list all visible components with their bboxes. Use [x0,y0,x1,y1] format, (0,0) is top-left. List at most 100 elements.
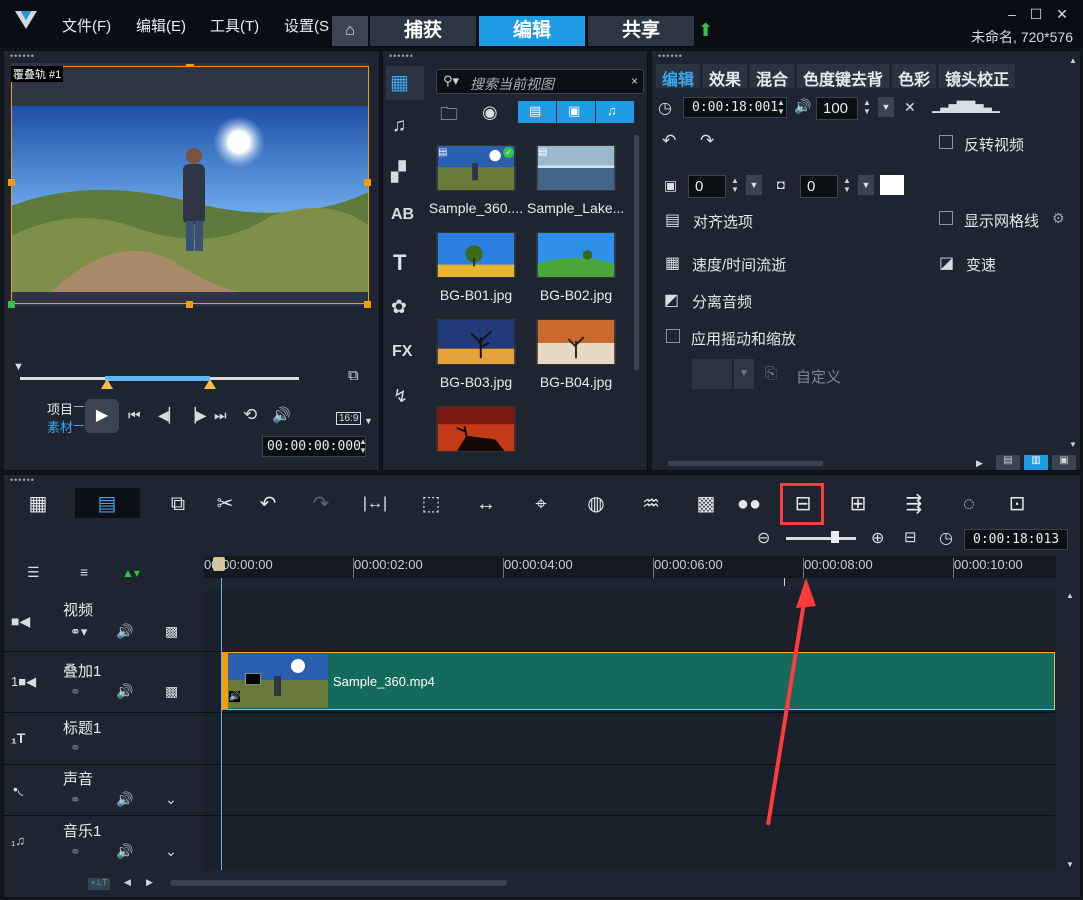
repeat-icon[interactable]: ⟲ [243,405,257,425]
border-dropdown-icon[interactable]: ▼ [858,175,874,195]
fade-out-icon[interactable]: ▇▅▃▁ [966,99,1000,113]
opacity-spinner-a[interactable]: ▲ ▼ [728,176,742,194]
scroll-right-icon[interactable]: ▶ [976,458,983,469]
track-volume-icon[interactable]: 🔊 [116,623,133,640]
fit-project-icon[interactable]: ⬚ [417,490,445,518]
preset-dropdown-icon[interactable]: ▼ [734,359,754,389]
expand-icon[interactable]: ⌄ [165,791,177,808]
screen-capture-icon[interactable]: ⊡ [1003,490,1031,518]
time-remapping-icon[interactable]: ⇶ [900,490,928,518]
library-scrollbar[interactable] [634,135,639,370]
trim-out-marker-icon[interactable] [204,379,216,389]
split-icon[interactable]: ↔ [472,490,500,518]
resize-handle[interactable] [364,179,371,186]
resize-handle[interactable] [364,301,371,308]
duration-spinner[interactable]: ▲ ▼ [774,98,788,116]
align-options-label[interactable]: 对齐选项 [693,211,753,232]
motion-track-icon[interactable]: ▩ [692,490,720,518]
timeline-view-icon[interactable]: ▤ [93,490,121,518]
scrubber-handle-icon[interactable]: ▼ [13,361,24,373]
menu-settings[interactable]: 设置(S [284,15,329,36]
split-audio-label[interactable]: 分离音频 [692,291,752,312]
zoom-out-icon[interactable]: ⊖ [757,528,770,548]
pan-zoom-preset[interactable] [692,359,732,389]
undo-icon[interactable]: ↶ [254,490,282,518]
rotate-right-icon[interactable]: ↷ [700,131,714,151]
storyboard-view-icon[interactable]: ▦ [24,490,52,518]
variable-speed-icon[interactable]: ◪ [939,253,954,273]
record-icon[interactable]: ◍ [582,490,610,518]
scroll-left-icon[interactable]: ◀ [124,877,131,888]
sound-mixer-icon[interactable]: ♒ [637,490,665,518]
library-thumb[interactable] [536,145,616,191]
trim-range[interactable] [105,376,210,381]
tab-capture[interactable]: 捕获 [370,16,476,46]
mode-project[interactable]: 项目 [47,399,73,418]
border-color-swatch[interactable] [880,175,904,195]
volume-icon[interactable]: 🔊 [272,406,291,424]
search-icon[interactable]: ⚲▾ [443,73,459,89]
play-button[interactable]: ▶ [85,399,119,433]
volume-spinner[interactable]: ▲ ▼ [860,98,874,116]
link-icon[interactable]: ⚭ [70,740,81,756]
aspect-ratio-button[interactable]: 16:9 [336,412,362,425]
mask-creator-icon[interactable]: ◌ [955,490,983,518]
options-scrollbar[interactable] [1069,64,1079,454]
path-icon[interactable]: ↯ [393,386,408,407]
graphics-icon[interactable]: ✿ [391,296,407,319]
next-frame-icon[interactable]: ▕▶ [185,407,207,424]
menu-tools[interactable]: 工具(T) [210,15,259,36]
track-volume-icon[interactable]: 🔊 [116,843,133,860]
show-grid-checkbox[interactable] [939,211,953,225]
pan-zoom-checkbox[interactable] [666,329,680,343]
trim-in-marker-icon[interactable] [101,379,113,389]
tab-options-chroma[interactable]: 色度键去背 [797,64,890,89]
panel-grip[interactable]: •••••• [10,51,35,61]
menu-edit[interactable]: 编辑(E) [136,15,186,36]
align-options-icon[interactable]: ▤ [665,210,680,230]
scroll-down-icon[interactable]: ▼ [1066,860,1074,869]
track-volume-icon[interactable]: 🔊 [116,791,133,808]
timeline-vscrollbar[interactable] [1060,590,1080,870]
border-spinner[interactable]: ▲ ▼ [840,176,854,194]
redo-icon[interactable]: ↷ [307,490,335,518]
preview-timecode[interactable]: 00:00:00:000 [262,436,366,457]
scroll-down-icon[interactable]: ▼ [1069,440,1077,449]
multicam-icon[interactable]: ●● [735,490,763,518]
opacity-dropdown-icon[interactable]: ▼ [746,175,762,195]
speed-time-label[interactable]: 速度/时间流逝 [692,254,786,275]
rotate-left-icon[interactable]: ↶ [662,131,676,151]
panel-grip[interactable]: •••••• [389,51,414,61]
transition-ab-icon[interactable]: AB [391,206,414,224]
library-thumb[interactable] [436,319,516,365]
split-audio-icon[interactable]: ◩ [664,290,679,310]
resize-handle[interactable] [186,301,193,308]
zoom-slider-thumb[interactable] [831,531,839,543]
scroll-right-icon[interactable]: ▶ [146,877,153,888]
view-toggle-icon[interactable]: ▤ [996,455,1020,470]
playhead-line[interactable] [221,578,222,870]
volume-dropdown-icon[interactable]: ▼ [878,97,894,117]
scroll-up-icon[interactable]: ▲ [1066,591,1074,600]
fit-timeline-icon[interactable]: ⊟ [904,528,917,546]
tab-share[interactable]: 共享 [588,16,694,46]
library-thumb[interactable] [436,232,516,278]
tab-options-effect[interactable]: 效果 [703,64,748,89]
timeline-ruler[interactable] [204,556,1056,578]
skip-start-icon[interactable]: ⏮ [128,407,141,424]
panel-grip[interactable]: •••••• [658,51,683,61]
capture-icon[interactable]: ◉ [482,102,498,123]
chapter-marker-icon[interactable]: ▲▾ [122,566,140,580]
copy-attributes-icon[interactable]: ⧉ [164,490,192,518]
clip-bounding-box[interactable] [11,66,369,304]
link-icon[interactable]: ⚭ [70,844,81,860]
transition-icon[interactable]: ▞ [391,161,406,184]
link-icon[interactable]: ⚭ [70,684,81,700]
track-area[interactable] [204,590,1056,870]
view-toggle-active-icon[interactable]: ▥ [1024,455,1048,470]
scroll-up-icon[interactable]: ▲ [1069,56,1077,65]
border-input[interactable]: 0 [800,175,838,198]
ripple-icon[interactable]: ▩ [165,623,178,640]
customize-label[interactable]: 自定义 [796,366,841,387]
ripple-edit-icon[interactable]: |↔| [361,490,389,518]
